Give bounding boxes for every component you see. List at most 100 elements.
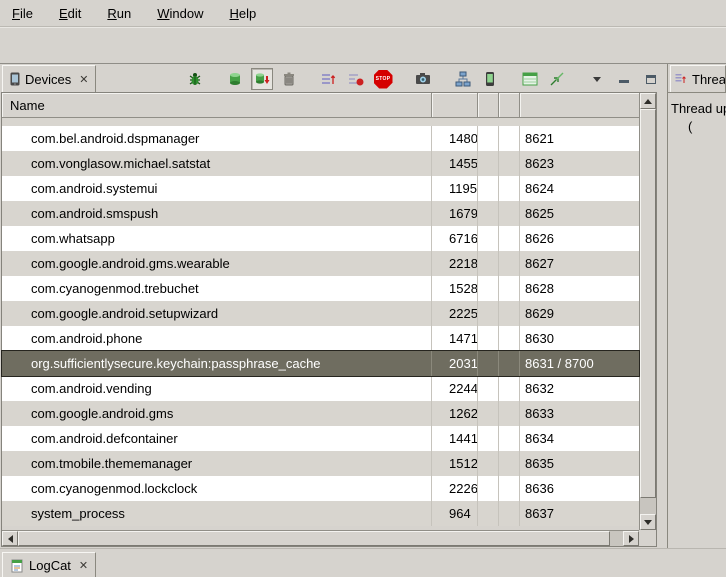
- column-header-pid[interactable]: [432, 93, 478, 118]
- threads-view: Threads Thread up (: [667, 64, 726, 548]
- column-header-name[interactable]: Name: [2, 93, 432, 118]
- process-pid: 1471: [432, 326, 478, 351]
- menu-window[interactable]: Window: [149, 2, 211, 25]
- table-row[interactable]: com.google.android.gms.wearable 22185 86…: [2, 251, 639, 276]
- update-threads-icon[interactable]: [318, 68, 340, 90]
- table-row-partial: [2, 118, 639, 126]
- table-row[interactable]: com.tmobile.thememanager 1512 8635: [2, 451, 639, 476]
- process-name: com.cyanogenmod.lockclock: [2, 476, 432, 501]
- process-table: Name com.bel.android.dspmanager 1480 862…: [1, 92, 657, 547]
- table-row[interactable]: com.android.vending 22440 8632: [2, 376, 639, 401]
- table-row[interactable]: system_process 964 8637: [2, 501, 639, 526]
- process-pid: 1528: [432, 276, 478, 301]
- process-port: 8630: [520, 326, 639, 351]
- minimize-view-icon[interactable]: [613, 68, 635, 90]
- empty-cell: [499, 501, 520, 526]
- stop-label: STOP: [376, 76, 391, 82]
- table-row[interactable]: com.cyanogenmod.lockclock 22265 8636: [2, 476, 639, 501]
- table-row[interactable]: com.cyanogenmod.trebuchet 1528 8628: [2, 276, 639, 301]
- empty-cell: [499, 151, 520, 176]
- table-row[interactable]: com.android.smspush 1679 8625: [2, 201, 639, 226]
- empty-cell: [478, 426, 499, 451]
- scroll-left-icon[interactable]: [2, 531, 18, 546]
- menu-help[interactable]: Help: [221, 2, 264, 25]
- empty-cell: [499, 226, 520, 251]
- process-pid: 6716: [432, 226, 478, 251]
- method-profiling-icon[interactable]: [345, 68, 367, 90]
- refresh-icon[interactable]: [546, 68, 568, 90]
- tab-threads[interactable]: Threads: [670, 65, 726, 92]
- column-header-empty[interactable]: [499, 93, 520, 118]
- toolbar-separator: [439, 79, 447, 80]
- empty-cell: [478, 326, 499, 351]
- process-name: com.cyanogenmod.trebuchet: [2, 276, 432, 301]
- empty-cell: [478, 126, 499, 151]
- main-toolbar: [0, 26, 726, 64]
- cause-gc-icon[interactable]: [278, 68, 300, 90]
- empty-cell: [499, 351, 520, 376]
- process-port: 8621: [520, 126, 639, 151]
- dump-hprof-icon[interactable]: [251, 68, 273, 90]
- toolbar-separator: [211, 79, 219, 80]
- empty-cell: [499, 126, 520, 151]
- tree-view-icon[interactable]: [519, 68, 541, 90]
- menu-file[interactable]: File: [4, 2, 41, 25]
- table-row[interactable]: org.sufficientlysecure.keychain:passphra…: [2, 351, 639, 376]
- column-header-empty[interactable]: [478, 93, 499, 118]
- table-row[interactable]: com.android.defcontainer 14411 8634: [2, 426, 639, 451]
- close-icon[interactable]: ✕: [76, 73, 88, 86]
- debug-process-icon[interactable]: [184, 68, 206, 90]
- process-port: 8633: [520, 401, 639, 426]
- scroll-down-icon[interactable]: [640, 514, 656, 530]
- update-heap-icon[interactable]: [224, 68, 246, 90]
- horizontal-scrollbar-thumb[interactable]: [18, 531, 610, 546]
- horizontal-scrollbar[interactable]: [2, 530, 639, 546]
- empty-cell: [478, 451, 499, 476]
- view-menu-icon[interactable]: [586, 68, 608, 90]
- empty-cell: [478, 376, 499, 401]
- vertical-scrollbar-thumb[interactable]: [640, 109, 656, 498]
- empty-cell: [478, 476, 499, 501]
- scroll-up-icon[interactable]: [640, 93, 656, 109]
- process-port: 8626: [520, 226, 639, 251]
- tab-logcat[interactable]: LogCat ✕: [2, 552, 96, 577]
- process-pid: 1512: [432, 451, 478, 476]
- empty-cell: [499, 176, 520, 201]
- menu-run[interactable]: Run: [99, 2, 139, 25]
- screen-capture-icon[interactable]: [412, 68, 434, 90]
- menu-edit[interactable]: Edit: [51, 2, 89, 25]
- process-port: 8634: [520, 426, 639, 451]
- process-port: 8635: [520, 451, 639, 476]
- tab-devices-label: Devices: [25, 72, 71, 87]
- process-name: org.sufficientlysecure.keychain:passphra…: [2, 351, 432, 376]
- empty-cell: [478, 401, 499, 426]
- scroll-right-icon[interactable]: [623, 531, 639, 546]
- empty-cell: [478, 201, 499, 226]
- table-row[interactable]: com.google.android.gms 12623 8633: [2, 401, 639, 426]
- empty-cell: [499, 401, 520, 426]
- process-port: 8637: [520, 501, 639, 526]
- column-header-port[interactable]: [520, 93, 639, 118]
- stop-process-icon[interactable]: STOP: [372, 68, 394, 90]
- process-port: 8628: [520, 276, 639, 301]
- table-row[interactable]: com.vonglasow.michael.satstat 14553 8623: [2, 151, 639, 176]
- process-port: 8627: [520, 251, 639, 276]
- empty-cell: [478, 501, 499, 526]
- maximize-view-icon[interactable]: [640, 68, 662, 90]
- table-row[interactable]: com.bel.android.dspmanager 1480 8621: [2, 126, 639, 151]
- empty-cell: [499, 326, 520, 351]
- process-name: com.google.android.gms: [2, 401, 432, 426]
- table-row[interactable]: com.android.phone 1471 8630: [2, 326, 639, 351]
- system-info-icon[interactable]: [479, 68, 501, 90]
- table-row[interactable]: com.whatsapp 6716 8626: [2, 226, 639, 251]
- view-hierarchy-icon[interactable]: [452, 68, 474, 90]
- empty-cell: [478, 176, 499, 201]
- close-icon[interactable]: ✕: [76, 559, 88, 572]
- table-row[interactable]: com.google.android.setupwizard 22250 862…: [2, 301, 639, 326]
- process-port: 8623: [520, 151, 639, 176]
- empty-cell: [478, 351, 499, 376]
- process-port: 8636: [520, 476, 639, 501]
- table-row[interactable]: com.android.systemui 1195 8624: [2, 176, 639, 201]
- vertical-scrollbar[interactable]: [639, 93, 656, 530]
- tab-devices[interactable]: Devices ✕: [2, 65, 96, 92]
